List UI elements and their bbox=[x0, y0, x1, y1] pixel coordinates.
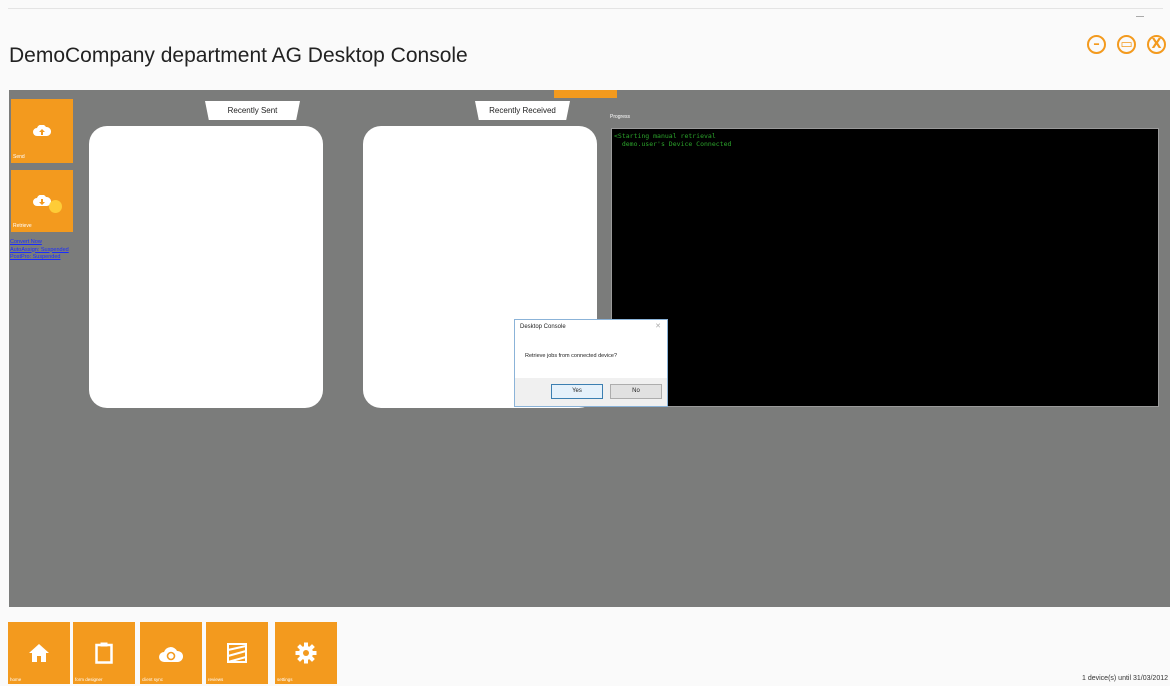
close-icon: X bbox=[1151, 37, 1162, 52]
app-title: DemoCompany department AG Desktop Consol… bbox=[9, 44, 468, 67]
recently-received-header: Recently Received bbox=[475, 101, 570, 120]
convert-now-link[interactable]: Convert Now bbox=[10, 239, 69, 247]
nav-reviews[interactable]: reviews bbox=[206, 622, 268, 684]
dialog-message: Retrieve jobs from connected device? bbox=[525, 353, 618, 359]
top-divider bbox=[8, 8, 1163, 9]
close-button[interactable]: X bbox=[1147, 35, 1166, 54]
nav-client-sync[interactable]: client sync bbox=[140, 622, 202, 684]
gear-icon bbox=[295, 642, 317, 664]
console-line: <Starting manual retrieval bbox=[614, 132, 716, 140]
yes-button[interactable]: Yes bbox=[551, 384, 603, 399]
postpro-link[interactable]: PostPro: Suspended bbox=[10, 254, 69, 262]
autoassign-link[interactable]: AutoAssign: Suspended bbox=[10, 247, 69, 255]
cloud-sync-icon bbox=[159, 647, 183, 662]
progress-console: <Starting manual retrieval demo.user's D… bbox=[611, 128, 1159, 407]
send-tile[interactable]: Send bbox=[11, 99, 73, 163]
retrieve-tile[interactable]: Retrieve bbox=[11, 170, 73, 232]
nav-home[interactable]: home bbox=[8, 622, 70, 684]
sidebar-links: Convert Now AutoAssign: Suspended PostPr… bbox=[10, 239, 69, 262]
maximize-icon: ▭ bbox=[1120, 37, 1133, 52]
nav-label: client sync bbox=[142, 677, 164, 682]
nav-settings[interactable]: settings bbox=[275, 622, 337, 684]
active-tab-indicator bbox=[554, 90, 617, 98]
dialog-close-icon[interactable]: ✕ bbox=[655, 322, 661, 330]
confirm-dialog: Desktop Console ✕ Retrieve jobs from con… bbox=[514, 319, 668, 407]
nav-label: settings bbox=[277, 677, 293, 682]
dialog-footer: Yes No bbox=[515, 378, 667, 406]
nav-label: reviews bbox=[208, 677, 224, 682]
minimize-icon: – bbox=[1093, 37, 1100, 52]
dialog-title: Desktop Console bbox=[520, 324, 566, 330]
cloud-upload-icon bbox=[33, 125, 51, 136]
send-label: Send bbox=[13, 154, 25, 160]
nav-form-designer[interactable]: form designer bbox=[73, 622, 135, 684]
title-bar: DemoCompany department AG Desktop Consol… bbox=[0, 0, 1170, 90]
progress-label: Progress bbox=[610, 114, 631, 120]
clipboard-icon bbox=[95, 642, 113, 664]
mouse-cursor-highlight bbox=[49, 200, 62, 213]
nav-label: form designer bbox=[75, 677, 103, 682]
home-icon bbox=[29, 644, 49, 662]
recently-sent-header: Recently Sent bbox=[205, 101, 300, 120]
map-icon bbox=[227, 643, 247, 663]
maximize-button[interactable]: ▭ bbox=[1117, 35, 1136, 54]
no-button[interactable]: No bbox=[610, 384, 662, 399]
console-line: demo.user's Device Connected bbox=[614, 140, 732, 148]
window-dash bbox=[1136, 16, 1144, 17]
recently-sent-panel[interactable] bbox=[89, 126, 323, 408]
nav-label: home bbox=[10, 677, 22, 682]
minimize-button[interactable]: – bbox=[1087, 35, 1106, 54]
status-text: 1 device(s) until 31/03/2012 bbox=[1082, 675, 1168, 682]
retrieve-label: Retrieve bbox=[13, 223, 32, 229]
